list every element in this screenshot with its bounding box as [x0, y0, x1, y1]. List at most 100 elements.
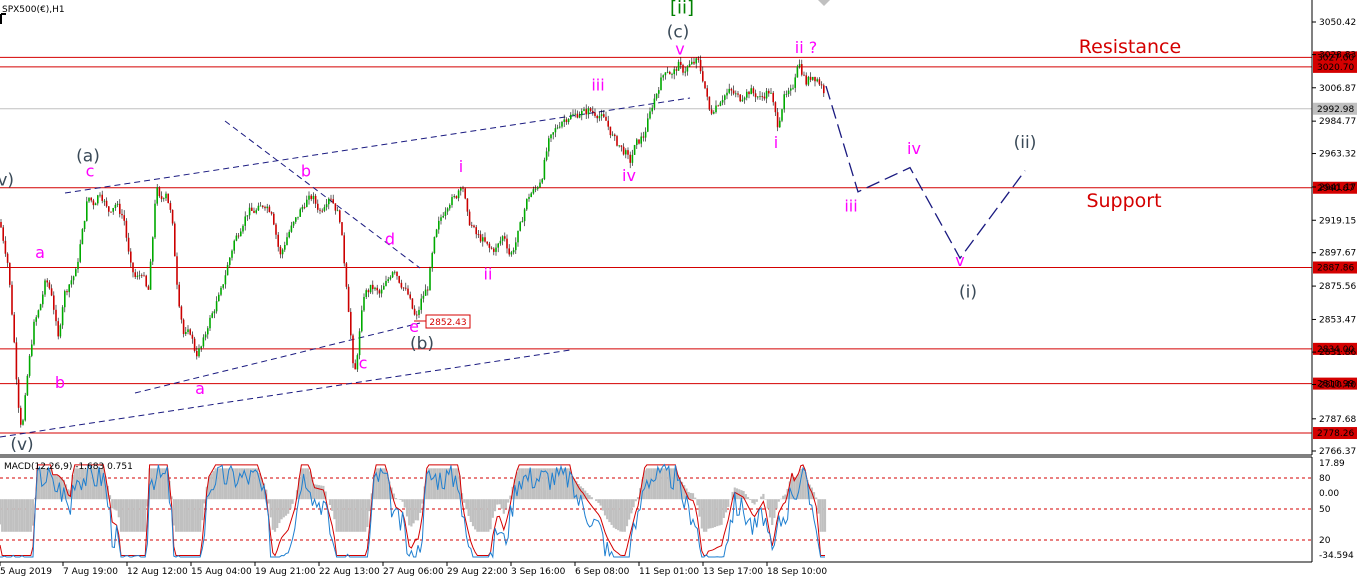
candle-body	[328, 198, 330, 205]
price-tick-label: 2919.15	[1319, 216, 1356, 226]
candle-body	[691, 61, 693, 65]
candle-body	[556, 127, 559, 129]
candle-body	[675, 69, 678, 71]
candle-body	[53, 295, 55, 310]
candle-body	[561, 121, 563, 127]
candle-body	[136, 275, 139, 277]
candle-body	[209, 317, 211, 329]
candle-body	[176, 256, 178, 285]
candle-body	[189, 329, 191, 335]
candle-body	[699, 59, 702, 72]
candle-body	[75, 269, 77, 277]
candle-body	[420, 298, 422, 310]
candle-body	[607, 120, 609, 127]
candle-body	[730, 88, 733, 91]
candle-body	[583, 109, 585, 111]
candle-body	[682, 65, 684, 73]
candle-body	[787, 90, 790, 95]
candle-body	[717, 105, 719, 107]
candle-body	[512, 250, 515, 253]
candle-body	[268, 206, 271, 213]
candle-body	[246, 215, 249, 217]
candle-body	[306, 199, 308, 207]
candle-body	[644, 131, 647, 138]
candle-body	[218, 294, 220, 302]
wave-label: iii	[844, 196, 857, 215]
candle-body	[231, 250, 233, 258]
candle-body	[147, 286, 150, 290]
candle-body	[510, 252, 513, 255]
candle-body	[336, 210, 339, 212]
candle-body	[658, 90, 660, 94]
candle-body	[455, 196, 458, 199]
candle-body	[816, 79, 818, 82]
candle-body	[99, 194, 101, 196]
candle-body	[673, 69, 675, 75]
candle-body	[169, 203, 172, 210]
price-chart[interactable]: 3027.003020.702992.982940.672887.862834.…	[0, 0, 1361, 583]
candle-body	[418, 309, 420, 315]
candle-body	[471, 225, 473, 227]
candle-body	[519, 222, 521, 231]
candle-body	[552, 132, 554, 135]
candle-body	[288, 231, 290, 238]
candle-body	[248, 207, 251, 216]
candle-body	[112, 207, 114, 212]
candle-body	[457, 190, 460, 199]
candle-body	[642, 136, 645, 138]
candle-body	[614, 134, 616, 137]
candle-body	[680, 61, 682, 66]
candle-body	[123, 215, 125, 221]
candle-body	[820, 84, 823, 86]
candle-body	[262, 205, 264, 207]
price-tick-label: 2875.56	[1319, 282, 1356, 292]
candle-body	[603, 114, 605, 117]
candle-body	[330, 198, 332, 200]
candle-body	[174, 223, 176, 257]
candle-body	[792, 87, 794, 89]
candle-body	[541, 179, 543, 183]
candle-body	[114, 204, 117, 208]
candle-body	[15, 342, 18, 380]
candle-body	[444, 211, 447, 216]
candle-body	[543, 159, 546, 180]
candle-body	[215, 301, 218, 312]
candle-body	[523, 209, 526, 222]
candle-body	[251, 207, 253, 211]
candle-body	[319, 209, 321, 211]
time-tick-label: 7 Aug 19:00	[63, 567, 118, 577]
candle-body	[609, 126, 612, 136]
candle-body	[721, 99, 724, 103]
candle-body	[39, 304, 42, 311]
candle-body	[594, 112, 596, 116]
candle-body	[396, 271, 398, 277]
candle-body	[475, 227, 477, 235]
candle-body	[508, 248, 510, 255]
candle-body	[224, 275, 227, 285]
price-tick-label: 2766.37	[1319, 447, 1356, 457]
candle-body	[636, 139, 638, 146]
candle-body	[279, 246, 282, 255]
candle-body	[532, 189, 535, 194]
candle-body	[165, 193, 167, 199]
candle-body	[818, 79, 821, 85]
candle-body	[48, 282, 51, 289]
candle-body	[405, 287, 407, 289]
candle-body	[801, 64, 803, 75]
candle-body	[446, 208, 449, 212]
candle-body	[631, 154, 634, 163]
candle-body	[638, 139, 640, 144]
price-tick-label: 2831.86	[1319, 348, 1356, 358]
candle-body	[499, 240, 502, 244]
wave-label: a	[35, 243, 45, 262]
candle-body	[625, 150, 627, 155]
candle-body	[726, 92, 728, 96]
candle-body	[585, 109, 587, 115]
time-tick-label: 19 Aug 21:00	[255, 567, 316, 577]
candle-body	[297, 216, 299, 218]
candle-body	[358, 331, 361, 356]
price-marker-value: 2852.43	[429, 318, 466, 328]
candle-body	[334, 203, 337, 211]
candle-body	[453, 196, 455, 198]
candle-body	[757, 96, 759, 98]
